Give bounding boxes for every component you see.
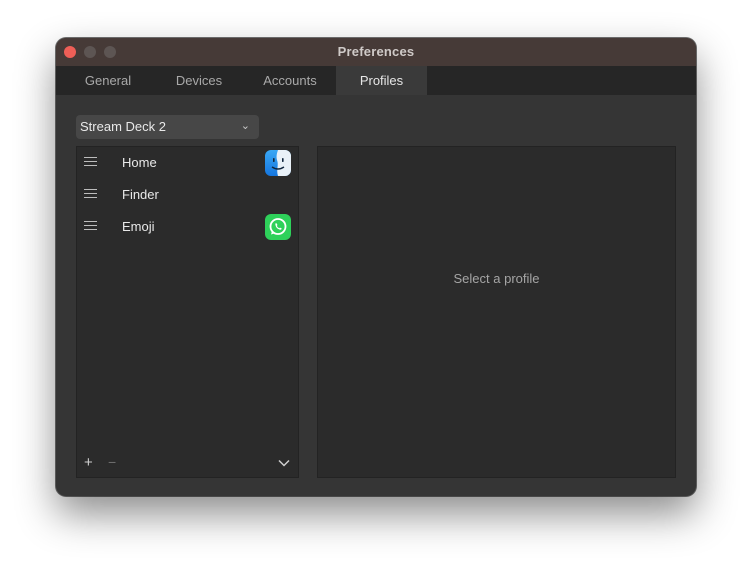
profile-label: Emoji [122,219,155,234]
whatsapp-app-icon [265,214,291,240]
empty-state-text: Select a profile [453,271,540,286]
profile-label: Finder [122,187,159,202]
title-bar[interactable]: Preferences [56,38,696,66]
minus-icon[interactable]: − [108,454,116,470]
profile-label: Home [122,155,157,170]
chevron-down-icon[interactable] [277,456,291,470]
profile-detail-panel: Select a profile [317,146,676,478]
tab-bar: General Devices Accounts Profiles [56,66,696,95]
plus-icon[interactable]: + [84,454,93,471]
chevron-down-icon: ⌄ [240,120,250,132]
drag-handle-icon[interactable] [84,157,97,166]
window-title: Preferences [337,44,415,59]
profile-row-home[interactable]: Home [77,147,298,179]
device-select[interactable]: Stream Deck 2 ⌄ [76,115,259,139]
tab-accounts[interactable]: Accounts [244,66,336,95]
device-select-value: Stream Deck 2 [80,119,166,134]
tab-devices[interactable]: Devices [154,66,244,95]
drag-handle-icon[interactable] [84,189,97,198]
profile-row-emoji[interactable]: Emoji [77,211,298,243]
list-footer: + − [77,453,298,477]
profile-row-finder[interactable]: Finder [77,179,298,211]
tab-profiles[interactable]: Profiles [336,66,427,95]
finder-app-icon [265,150,291,176]
tab-general[interactable]: General [62,66,154,95]
drag-handle-icon[interactable] [84,221,97,230]
preferences-window: Preferences General Devices Accounts Pro… [56,38,696,496]
profile-list: Home Finder Emoji + − [76,146,299,478]
